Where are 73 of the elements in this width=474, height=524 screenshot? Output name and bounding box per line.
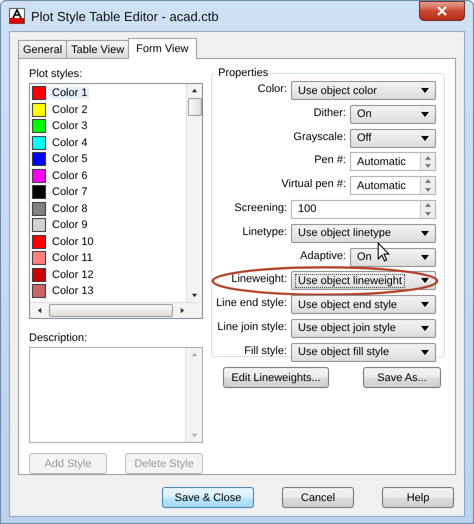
property-label: Pen #: [314,153,346,168]
close-icon [437,6,447,16]
dropdown[interactable]: Off [350,128,436,148]
close-button[interactable] [419,1,465,21]
vertical-scrollbar[interactable] [186,84,202,302]
property-label: Line end style: [216,296,287,310]
dropdown[interactable]: Use object linetype [291,224,436,243]
dropdown[interactable]: On [350,104,436,124]
property-label: Virtual pen #: [281,177,346,192]
caret-icon [421,326,429,331]
list-item[interactable]: Color 10 [50,236,96,248]
scroll-thumb[interactable] [188,98,202,116]
spinner-icon[interactable] [420,177,435,194]
tab[interactable]: Table View [66,40,130,58]
list-item[interactable]: Color 6 [50,170,90,182]
caret-icon [421,230,429,236]
dialog-button[interactable]: Save & Close [162,487,254,508]
caret-icon [421,278,429,284]
dropdown[interactable]: Use object fill style [291,342,436,362]
spin-field[interactable]: Automatic [350,176,436,196]
scroll-up-icon[interactable] [191,87,198,94]
property-button[interactable]: Save As... [363,367,441,388]
list-item[interactable]: Color 9 [50,219,90,232]
property-label: Lineweight: [231,272,287,286]
spinner-icon[interactable] [420,153,435,170]
list-item[interactable]: Color 3 [50,120,90,132]
caret-icon [421,88,429,93]
list-item[interactable]: Color 4 [50,136,90,149]
description-label: Description: [29,331,88,345]
list-item[interactable]: Color 8 [50,202,90,215]
property-label: Linetype: [242,224,287,239]
dialog-button[interactable]: Cancel [282,487,354,508]
dropdown[interactable]: On [350,248,436,267]
spin-field[interactable]: Automatic [350,152,436,172]
dropdown[interactable]: Use object color [291,81,436,100]
list-item[interactable]: Color 11 [50,252,95,264]
list-item[interactable]: Color 7 [50,186,90,198]
properties-legend: Properties [216,67,270,79]
scroll-down-icon[interactable] [191,292,198,299]
list-item[interactable]: Color 12 [50,268,96,281]
property-button[interactable]: Edit Lineweights... [223,367,330,388]
caret-icon [421,112,429,117]
spinner-icon[interactable] [420,200,435,218]
scroll-thumb[interactable] [49,304,173,317]
horizontal-scrollbar[interactable] [30,302,202,318]
property-label: Color: [258,82,287,96]
dropdown[interactable]: Use object join style [291,318,436,338]
scroll-right-icon[interactable] [179,307,186,314]
dropdown[interactable]: Use object lineweight [291,271,436,290]
property-label: Line join style: [217,320,287,334]
property-label: Grayscale: [293,130,346,144]
tab[interactable]: Form View [128,38,197,59]
spin-field[interactable]: 100 [291,200,436,219]
caret-icon [421,136,429,141]
list-item[interactable]: Color 13 [50,285,96,298]
app-icon [9,8,25,24]
caret-icon [421,254,429,260]
dialog-button[interactable]: Help [382,487,454,508]
tab[interactable]: General [18,40,68,58]
property-label: Adaptive: [300,248,346,263]
property-label: Dither: [314,106,346,120]
plot-styles-label: Plot styles: [29,67,84,81]
mouse-pointer-icon [377,242,390,262]
property-label: Fill style: [244,344,287,358]
property-label: Screening: [234,200,287,215]
list-item[interactable]: Color 2 [50,104,90,116]
window-title: Plot Style Table Editor - acad.ctb [31,8,220,24]
list-item[interactable]: Color 1 [50,87,90,100]
scroll-left-icon[interactable] [36,307,43,314]
list-item[interactable]: Color 5 [50,153,90,166]
dropdown[interactable]: Use object end style [291,295,436,314]
caret-icon [421,302,429,308]
caret-icon [421,350,429,355]
